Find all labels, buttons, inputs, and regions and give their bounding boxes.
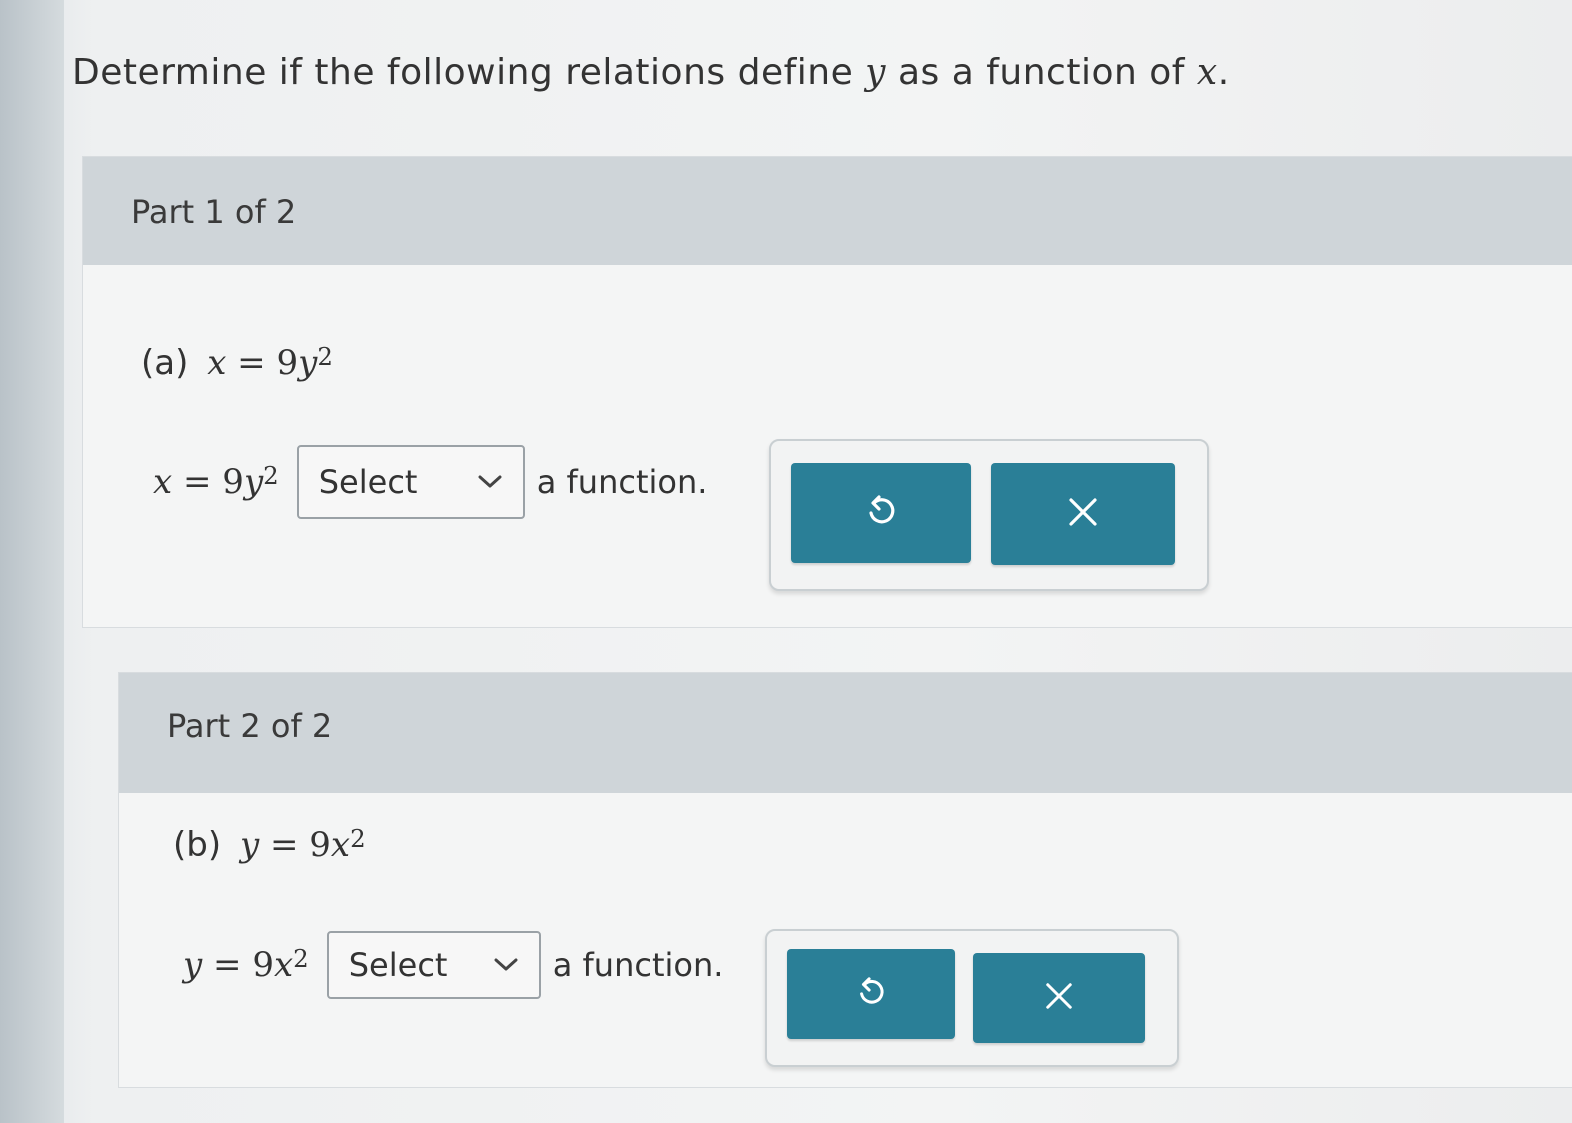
left-edge	[0, 0, 64, 1123]
answer-row-a: x = 9y2 Select a function.	[153, 445, 707, 519]
part-1-panel: Part 1 of 2 (a) x = 9y2 x = 9y2 Select a…	[82, 156, 1572, 628]
relation-select-b[interactable]: Select	[326, 931, 541, 999]
part-1-header: Part 1 of 2	[83, 157, 1572, 265]
close-icon	[1044, 981, 1074, 1015]
equation-a: x = 9y2	[153, 461, 279, 502]
part-2-panel: Part 2 of 2 (b) y = 9x2 y = 9x2 Select a…	[118, 672, 1572, 1088]
close-icon	[1067, 496, 1099, 532]
undo-icon	[855, 976, 887, 1012]
chevron-down-icon	[493, 952, 519, 978]
relation-select-a[interactable]: Select	[296, 445, 525, 519]
problem-prompt: Determine if the following relations def…	[72, 52, 1230, 93]
clear-button-a[interactable]	[991, 463, 1175, 565]
equation-b: y = 9x2	[183, 944, 309, 985]
answer-actions-a	[769, 439, 1209, 591]
page: Determine if the following relations def…	[0, 0, 1572, 1123]
answer-actions-b	[765, 929, 1179, 1067]
question-b: (b) y = 9x2	[173, 824, 366, 865]
undo-button-a[interactable]	[791, 463, 971, 563]
chevron-down-icon	[477, 469, 503, 495]
question-a: (a) x = 9y2	[141, 342, 333, 383]
undo-icon	[864, 494, 898, 532]
part-2-title: Part 2 of 2	[167, 707, 333, 745]
undo-button-b[interactable]	[787, 949, 955, 1039]
answer-row-b: y = 9x2 Select a function.	[183, 931, 723, 999]
part-1-title: Part 1 of 2	[131, 193, 297, 231]
part-2-header: Part 2 of 2	[119, 673, 1572, 793]
clear-button-b[interactable]	[973, 953, 1145, 1043]
